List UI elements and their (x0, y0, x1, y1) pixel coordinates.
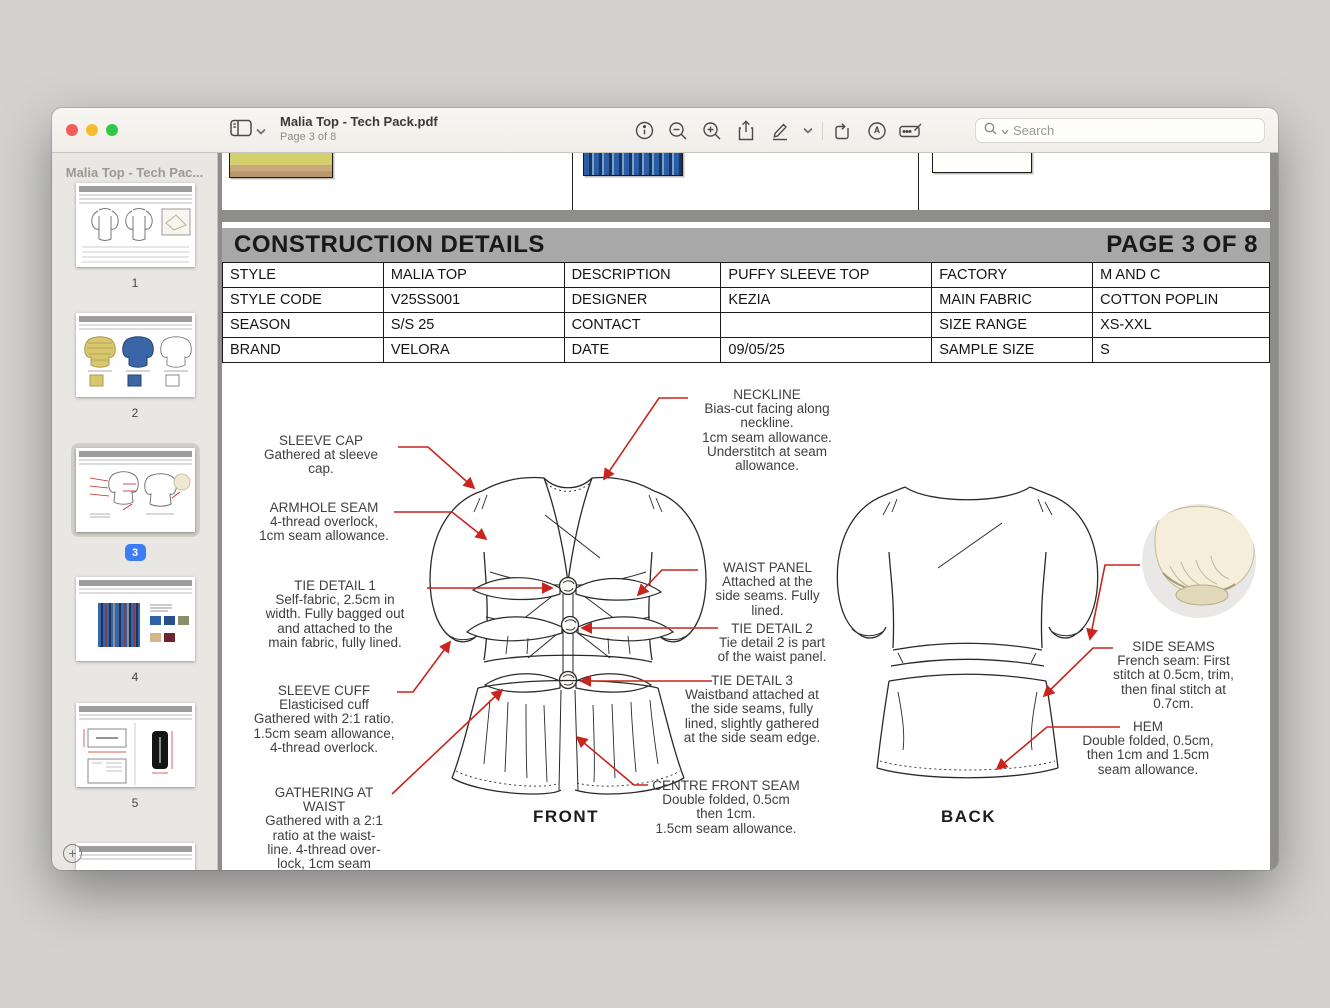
markup-chevron-down[interactable] (797, 116, 819, 146)
thumbnail-page-number: 2 (132, 406, 139, 420)
colorway-swatch-gable (229, 153, 333, 178)
thumbnail-image-2 (76, 313, 195, 397)
annotation-sleeve-cuff: SLEEVE CUFF Elasticised cuff Gathered wi… (240, 684, 408, 755)
document-title: Malia Top - Tech Pack.pdf (280, 114, 438, 129)
pdf-page-3: CONSTRUCTION DETAILS PAGE 3 OF 8 STYLE M… (222, 222, 1270, 870)
annotation-side-seams: SIDE SEAMS French seam: First stitch at … (1096, 640, 1251, 711)
annotation-sleeve-cap: SLEEVE CAP Gathered at sleeve cap. (240, 434, 402, 477)
selected-page-badge: 3 (125, 544, 146, 561)
front-view-label: FRONT (533, 807, 599, 827)
table-column-line (918, 153, 919, 210)
annotation-body: Elasticised cuff Gathered with 2:1 ratio… (240, 698, 408, 755)
annotation-body: Waistband attached at the side seams, fu… (662, 688, 842, 745)
cuff-photo-inset (1142, 504, 1256, 618)
thumbnail-image-3 (76, 448, 195, 532)
thumbnail-page-3-selected[interactable]: 3 (52, 443, 218, 561)
sidebar-icon (230, 119, 252, 142)
add-page-button[interactable]: + (63, 844, 82, 863)
annotation-title: SLEEVE CAP (240, 434, 402, 448)
annotation-body: Gathered with a 2:1 ratio at the waist- … (248, 814, 400, 870)
annotation-title: TIE DETAIL 2 (692, 622, 852, 636)
annotation-title: TIE DETAIL 3 (662, 674, 842, 688)
pdf-content-area: CONSTRUCTION DETAILS PAGE 3 OF 8 STYLE M… (218, 153, 1278, 870)
thumbnail-page-2[interactable]: 2 (52, 313, 218, 420)
annotation-armhole-seam: ARMHOLE SEAM 4-thread overlock, 1cm seam… (240, 501, 408, 544)
annotation-title: ARMHOLE SEAM (240, 501, 408, 515)
search-field[interactable] (975, 118, 1265, 143)
annotation-title: NECKLINE (688, 388, 846, 402)
thumbnail-page-4[interactable]: 4 (52, 577, 218, 684)
thumbnail-page-5[interactable]: 5 (52, 703, 218, 810)
page-indicator: Page 3 of 8 (280, 131, 438, 143)
toolbar: Malia Top - Tech Pack.pdf Page 3 of 8 (52, 108, 1278, 153)
thumbnail-page-1[interactable]: 1 (52, 183, 218, 290)
thumbnail-image-6 (76, 843, 195, 870)
back-view-label: BACK (941, 807, 996, 827)
toolbar-divider (822, 122, 823, 140)
selected-thumbnail-highlight (71, 443, 200, 537)
zoom-out-button[interactable] (661, 116, 695, 146)
annotation-tie-detail-3: TIE DETAIL 3 Waistband attached at the s… (662, 674, 842, 745)
annotation-hem: HEM Double folded, 0.5cm, then 1cm and 1… (1058, 720, 1238, 777)
toolbar-buttons (627, 108, 928, 153)
markup-pen-button[interactable] (763, 116, 797, 146)
annotation-body: Double folded, 0.5cm, then 1cm and 1.5cm… (1058, 734, 1238, 777)
table-column-line (572, 153, 573, 210)
annotation-title: GATHERING AT WAIST (248, 786, 400, 814)
annotation-centre-front-seam: CENTRE FRONT SEAM Double folded, 0.5cm t… (634, 779, 818, 836)
annotate-pen-button[interactable] (860, 116, 894, 146)
thumbnail-page-number: 4 (132, 670, 139, 684)
sidebar-doc-title: Malia Top - Tech Pac... (52, 165, 217, 180)
preview-window: Malia Top - Tech Pack.pdf Page 3 of 8 (52, 108, 1278, 870)
annotation-body: French seam: First stitch at 0.5cm, trim… (1096, 654, 1251, 711)
thumbnail-image-1 (76, 183, 195, 267)
document-title-block: Malia Top - Tech Pack.pdf Page 3 of 8 (280, 114, 438, 143)
fullscreen-button[interactable] (106, 124, 118, 136)
sidebar-toggle-button[interactable] (230, 119, 266, 142)
thumbnail-page-number: 5 (132, 796, 139, 810)
search-icon (984, 122, 997, 140)
annotation-title: CENTRE FRONT SEAM (634, 779, 818, 793)
annotation-body: 4-thread overlock, 1cm seam allowance. (240, 515, 408, 543)
traffic-lights (66, 124, 118, 136)
annotation-body: Bias-cut facing along neckline. 1cm seam… (688, 402, 846, 473)
thumbnail-image-5 (76, 703, 195, 787)
annotation-neckline: NECKLINE Bias-cut facing along neckline.… (688, 388, 846, 473)
chevron-down-icon (256, 122, 266, 140)
info-button[interactable] (627, 116, 661, 146)
annotation-body: Double folded, 0.5cm then 1cm. 1.5cm sea… (634, 793, 818, 836)
zoom-in-button[interactable] (695, 116, 729, 146)
annotation-title: SIDE SEAMS (1096, 640, 1251, 654)
minimize-button[interactable] (86, 124, 98, 136)
annotation-body: Gathered at sleeve cap. (240, 448, 402, 476)
thumbnail-image-4 (76, 577, 195, 661)
annotation-title: WAIST PANEL (700, 561, 835, 575)
search-input[interactable] (1013, 123, 1256, 138)
front-flat-sketch (430, 478, 706, 794)
annotation-body: Self-fabric, 2.5cm in width. Fully bagge… (246, 593, 424, 650)
rotate-button[interactable] (826, 116, 860, 146)
share-button[interactable] (729, 116, 763, 146)
previous-page-bottom (222, 153, 1270, 210)
annotation-title: SLEEVE CUFF (240, 684, 408, 698)
annotation-title: TIE DETAIL 1 (246, 579, 424, 593)
annotation-waist-panel: WAIST PANEL Attached at the side seams. … (700, 561, 835, 618)
colorway-swatch-ivory (932, 153, 1032, 173)
thumbnail-page-number: 1 (132, 276, 139, 290)
annotation-gathering-at-waist: GATHERING AT WAIST Gathered with a 2:1 r… (248, 786, 400, 870)
close-button[interactable] (66, 124, 78, 136)
annotation-tie-detail-2: TIE DETAIL 2 Tie detail 2 is part of the… (692, 622, 852, 665)
search-scope-chevron-icon (1001, 122, 1009, 140)
annotation-body: Attached at the side seams. Fully lined. (700, 575, 835, 618)
annotation-tie-detail-1: TIE DETAIL 1 Self-fabric, 2.5cm in width… (246, 579, 424, 650)
annotation-title: HEM (1058, 720, 1238, 734)
annotation-body: Tie detail 2 is part of the waist panel. (692, 636, 852, 664)
text-field-button[interactable] (894, 116, 928, 146)
thumbnail-sidebar: Malia Top - Tech Pac... 1 (52, 153, 218, 870)
colorway-swatch-carnival (583, 153, 683, 176)
